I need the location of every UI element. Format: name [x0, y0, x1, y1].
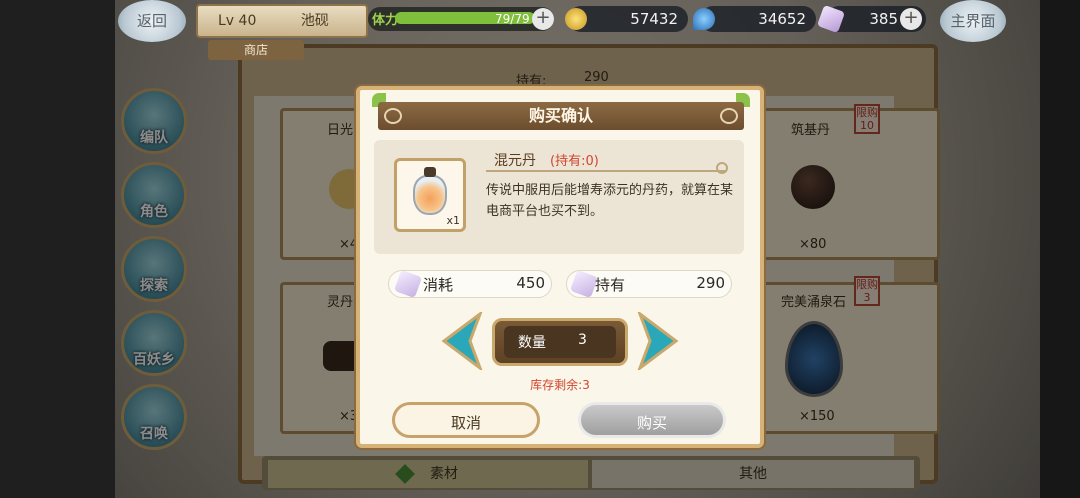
cost-value: 450 — [516, 274, 545, 292]
swirl-icon — [716, 162, 728, 174]
player-level-box: Lv 40 池砚 — [196, 4, 368, 38]
back-button[interactable]: 返回 — [118, 0, 186, 42]
coin-icon — [565, 8, 587, 30]
quantity-label: 数量 — [518, 335, 546, 351]
bottle-cap-icon — [424, 167, 436, 177]
dialog-title: 购买确认 — [378, 102, 744, 130]
stamina-plus-button[interactable]: + — [532, 8, 554, 30]
buy-button[interactable]: 购买 — [578, 402, 726, 438]
item-count: x1 — [446, 214, 460, 227]
have-label: 持有 — [595, 276, 626, 294]
quantity-value[interactable]: 3 — [578, 332, 587, 348]
crystal-icon — [569, 269, 599, 299]
cost-label: 消耗 — [423, 276, 454, 294]
item-description: 传说中服用后能增寿添元的丹药，就算在某电商平台也买不到。 — [486, 183, 734, 219]
stock-remaining: 库存剩余:3 — [530, 378, 590, 392]
decrease-arrow-icon[interactable] — [440, 312, 486, 370]
increase-arrow-icon[interactable] — [634, 312, 680, 370]
item-name: 混元丹 — [494, 153, 536, 169]
have-value: 290 — [696, 274, 725, 292]
tab-shop[interactable]: 商店 — [208, 40, 304, 60]
item-slot: x1 — [394, 158, 466, 232]
crystal-icon — [393, 269, 423, 299]
spirit-drop-icon — [693, 8, 715, 30]
item-divider — [486, 170, 726, 172]
spirit-value: 34652 — [758, 10, 806, 28]
elixir-bottle-icon — [413, 175, 447, 215]
gem-plus-button[interactable]: + — [900, 8, 922, 30]
have-pill: 持有 290 — [566, 269, 732, 299]
gold-value: 57432 — [630, 10, 678, 28]
home-button[interactable]: 主界面 — [940, 0, 1006, 42]
spirit-counter: 34652 — [700, 6, 816, 32]
gem-value: 385 — [869, 10, 898, 28]
item-owned: (持有:0) — [550, 154, 599, 169]
cost-pill: 消耗 450 — [388, 269, 552, 299]
cancel-button[interactable]: 取消 — [392, 402, 540, 438]
ornament-right-icon — [720, 108, 738, 124]
ornament-left-icon — [384, 108, 402, 124]
player-name: 池砚 — [300, 13, 329, 29]
player-level: Lv 40 — [218, 13, 257, 29]
stamina-value: 79/79 — [495, 12, 530, 26]
